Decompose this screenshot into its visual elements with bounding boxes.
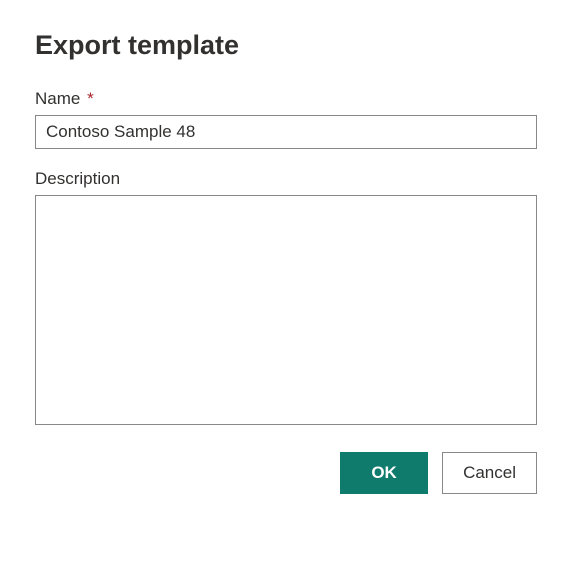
name-label-text: Name [35, 89, 80, 108]
required-indicator: * [87, 89, 94, 108]
cancel-button[interactable]: Cancel [442, 452, 537, 494]
description-field-group: Description [35, 169, 537, 430]
ok-button[interactable]: OK [340, 452, 428, 494]
name-label: Name * [35, 89, 537, 109]
dialog-title: Export template [35, 30, 537, 61]
button-row: OK Cancel [35, 452, 537, 494]
description-textarea[interactable] [35, 195, 537, 425]
name-field-group: Name * [35, 89, 537, 149]
description-label: Description [35, 169, 537, 189]
name-input[interactable] [35, 115, 537, 149]
